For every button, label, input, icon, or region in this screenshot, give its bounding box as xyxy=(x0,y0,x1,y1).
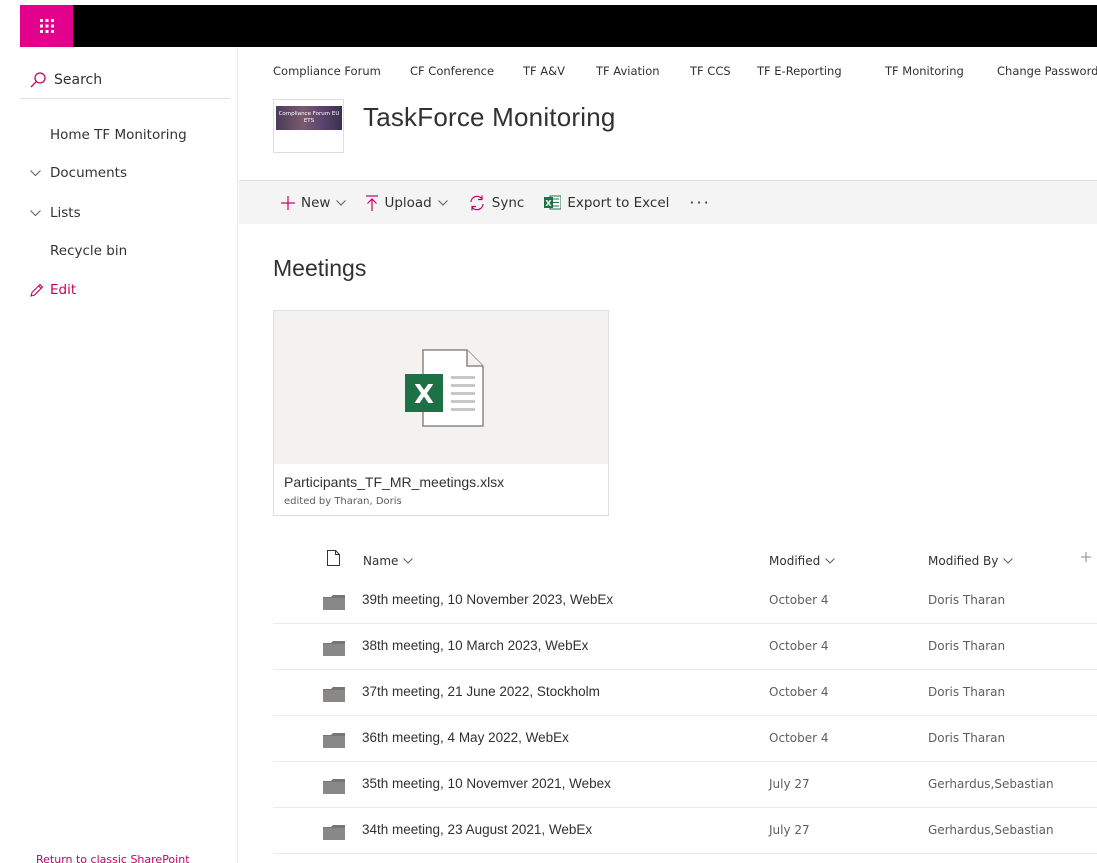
top-link-change-password[interactable]: Change Password xyxy=(997,64,1097,78)
left-navigation: Search Home TF Monitoring Documents List… xyxy=(20,47,238,863)
new-button[interactable]: New xyxy=(281,194,347,211)
folder-icon xyxy=(323,595,345,614)
row-modified-by[interactable]: Doris Tharan xyxy=(928,685,1005,699)
top-link-compliance-forum[interactable]: Compliance Forum xyxy=(273,64,410,78)
row-modified-by[interactable]: Doris Tharan xyxy=(928,639,1005,653)
sync-button-label: Sync xyxy=(491,194,525,211)
column-header-modified-by[interactable]: Modified By xyxy=(928,554,1014,568)
top-link-tf-ccs[interactable]: TF CCS xyxy=(690,64,757,78)
nav-edit-label: Edit xyxy=(50,282,77,298)
svg-text:X: X xyxy=(546,199,553,208)
pencil-icon xyxy=(30,283,44,297)
file-type-icon[interactable] xyxy=(327,550,340,566)
top-link-tf-monitoring[interactable]: TF Monitoring xyxy=(885,64,997,78)
table-row[interactable]: 36th meeting, 4 May 2022, WebEx October … xyxy=(273,716,1097,762)
nav-item-recycle-bin[interactable]: Recycle bin xyxy=(20,233,230,269)
app-launcher-waffle-icon[interactable] xyxy=(20,5,73,47)
upload-button[interactable]: Upload xyxy=(366,194,448,211)
nav-item-label: Lists xyxy=(50,205,81,221)
folder-icon xyxy=(323,641,345,660)
more-options-button[interactable]: ··· xyxy=(689,193,710,212)
folder-icon xyxy=(323,687,345,706)
upload-button-label: Upload xyxy=(384,194,432,211)
row-modified-by[interactable]: Doris Tharan xyxy=(928,593,1005,607)
folder-icon xyxy=(323,733,345,752)
top-link-cf-conference[interactable]: CF Conference xyxy=(410,64,523,78)
nav-item-label: Recycle bin xyxy=(50,243,128,259)
folder-icon xyxy=(323,825,345,844)
row-modified: October 4 xyxy=(769,731,829,745)
plus-icon xyxy=(281,195,295,210)
chevron-down-icon xyxy=(403,558,414,564)
row-name[interactable]: 38th meeting, 10 March 2023, WebEx xyxy=(362,638,588,653)
column-header-name[interactable]: Name xyxy=(363,554,414,568)
svg-text:X: X xyxy=(414,380,434,410)
table-row[interactable]: 35th meeting, 10 Novemver 2021, Webex Ju… xyxy=(273,762,1097,808)
chevron-down-icon xyxy=(437,199,448,206)
table-row[interactable]: 37th meeting, 21 June 2022, Stockholm Oc… xyxy=(273,670,1097,716)
page-title: Meetings xyxy=(273,255,367,281)
add-column-icon[interactable] xyxy=(1081,552,1091,562)
sync-icon xyxy=(468,195,486,211)
row-name[interactable]: 37th meeting, 21 June 2022, Stockholm xyxy=(362,684,600,699)
row-modified: October 4 xyxy=(769,685,829,699)
row-modified: July 27 xyxy=(769,777,810,791)
command-bar: New Upload Sync X Export to Excel ··· xyxy=(239,180,1097,224)
hub-navigation: Compliance Forum CF Conference TF A&V TF… xyxy=(273,64,1097,78)
site-logo-image: Compliance Forum EU ETS xyxy=(276,106,342,130)
row-modified-by[interactable]: Doris Tharan xyxy=(928,731,1005,745)
excel-icon: X xyxy=(544,195,562,210)
top-link-tf-aviation[interactable]: TF Aviation xyxy=(596,64,690,78)
site-title[interactable]: TaskForce Monitoring xyxy=(363,102,616,133)
sync-button[interactable]: Sync xyxy=(468,194,525,211)
new-button-label: New xyxy=(301,194,331,211)
chevron-down-icon[interactable] xyxy=(20,209,50,217)
export-to-excel-label: Export to Excel xyxy=(567,194,670,211)
row-modified: October 4 xyxy=(769,593,829,607)
nav-item-home[interactable]: Home TF Monitoring xyxy=(20,117,230,153)
table-row[interactable]: 34th meeting, 23 August 2021, WebEx July… xyxy=(273,808,1097,854)
list-header: Name Modified Modified By xyxy=(273,548,1097,578)
excel-file-icon: X xyxy=(393,340,489,436)
top-link-tf-av[interactable]: TF A&V xyxy=(523,64,596,78)
row-name[interactable]: 39th meeting, 10 November 2023, WebEx xyxy=(362,592,613,607)
search-icon xyxy=(30,71,46,88)
column-header-modified[interactable]: Modified xyxy=(769,554,836,568)
row-name[interactable]: 36th meeting, 4 May 2022, WebEx xyxy=(362,730,569,745)
chevron-down-icon xyxy=(1003,558,1014,564)
nav-item-label: Home TF Monitoring xyxy=(50,127,187,143)
nav-edit-link[interactable]: Edit xyxy=(20,272,230,308)
nav-item-documents[interactable]: Documents xyxy=(20,155,230,191)
file-card-preview: X xyxy=(274,311,608,464)
table-row[interactable]: 39th meeting, 10 November 2023, WebEx Oc… xyxy=(273,578,1097,624)
nav-item-lists[interactable]: Lists xyxy=(20,195,230,231)
file-card-name[interactable]: Participants_TF_MR_meetings.xlsx xyxy=(284,474,504,490)
chevron-down-icon[interactable] xyxy=(20,169,50,177)
nav-item-label: Documents xyxy=(50,165,127,181)
table-row[interactable]: 38th meeting, 10 March 2023, WebEx Octob… xyxy=(273,624,1097,670)
row-modified: October 4 xyxy=(769,639,829,653)
row-name[interactable]: 34th meeting, 23 August 2021, WebEx xyxy=(362,822,592,837)
upload-icon xyxy=(366,194,379,211)
return-to-classic-link[interactable]: Return to classic SharePoint xyxy=(36,853,190,863)
folder-icon xyxy=(323,779,345,798)
row-modified: July 27 xyxy=(769,823,810,837)
row-modified-by[interactable]: Gerhardus,Sebastian xyxy=(928,777,1054,791)
site-logo[interactable]: Compliance Forum EU ETS xyxy=(273,99,344,153)
file-card[interactable]: X Participants_TF_MR_meetings.xlsx edite… xyxy=(273,310,609,516)
suite-bar xyxy=(20,5,1097,47)
top-link-tf-e-reporting[interactable]: TF E-Reporting xyxy=(757,64,885,78)
chevron-down-icon xyxy=(336,199,347,206)
row-modified-by[interactable]: Gerhardus,Sebastian xyxy=(928,823,1054,837)
export-to-excel-button[interactable]: X Export to Excel xyxy=(544,195,669,211)
file-card-edited-by: edited by Tharan, Doris xyxy=(284,496,402,507)
row-name[interactable]: 35th meeting, 10 Novemver 2021, Webex xyxy=(362,776,611,791)
chevron-down-icon xyxy=(825,558,836,564)
search-label: Search xyxy=(54,71,103,88)
more-options-icon: ··· xyxy=(689,193,711,212)
nav-search-box[interactable]: Search xyxy=(20,61,230,99)
